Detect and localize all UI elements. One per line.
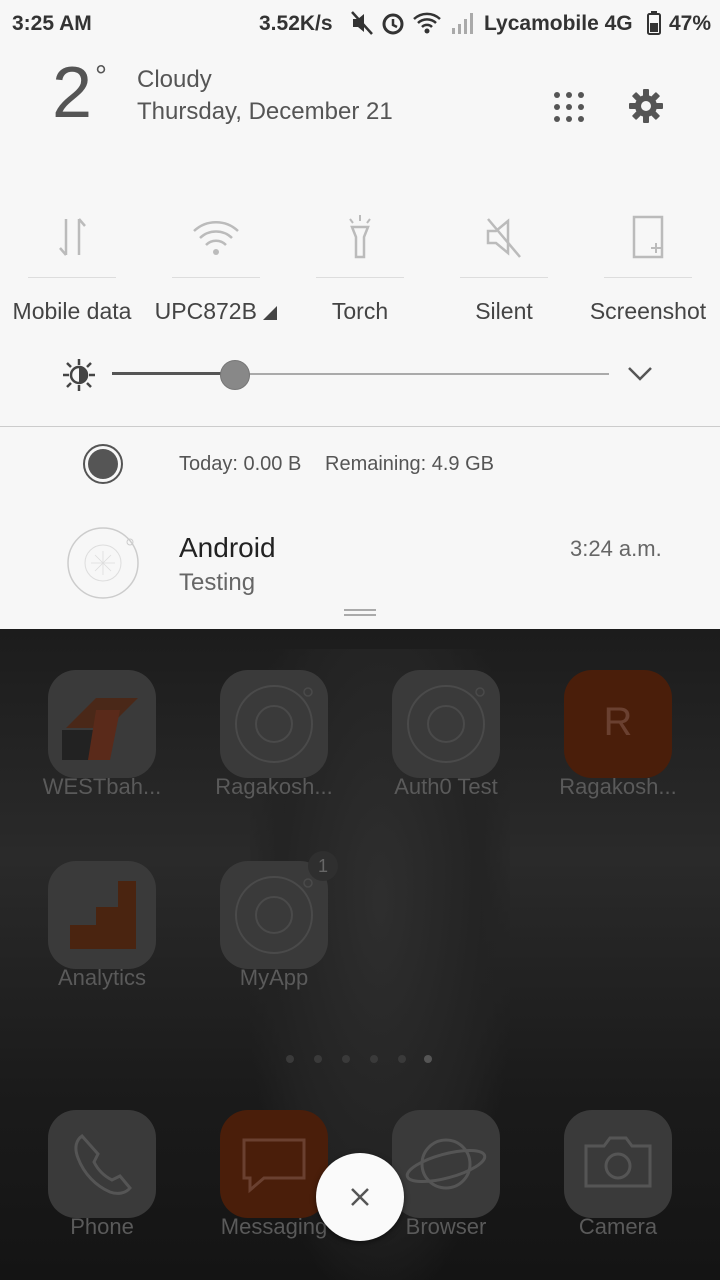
radar-app-icon: [407, 685, 485, 763]
notification-badge: 1: [308, 851, 338, 881]
carrier-name: Lycamobile 4G: [484, 12, 633, 35]
app-westbah[interactable]: WESTbah...: [16, 670, 188, 810]
app-letter: R: [603, 700, 633, 744]
qs-screenshot[interactable]: Screenshot: [576, 205, 720, 335]
network-speed: 3.52K/s: [259, 12, 333, 35]
app-tile: [220, 1110, 328, 1218]
qs-divider: [604, 277, 692, 278]
data-usage-today: Today: 0.00 B: [179, 453, 302, 475]
app-analytics[interactable]: Analytics: [16, 861, 188, 1001]
qs-label: UPC872B: [144, 298, 288, 325]
app-tile: [48, 670, 156, 778]
qs-wifi-network-name: UPC872B: [154, 298, 257, 324]
close-icon: [351, 1188, 369, 1206]
battery-icon: [647, 11, 661, 35]
app-auth0-test[interactable]: Auth0 Test: [360, 670, 532, 810]
app-tile: [220, 670, 328, 778]
app-ragakosh-2[interactable]: R Ragakosh...: [532, 670, 704, 810]
dock-camera[interactable]: Camera: [532, 1110, 704, 1250]
mobile-data-icon: [59, 218, 86, 256]
brightness-slider-fill: [112, 372, 234, 375]
data-usage-remaining: Remaining: 4.9 GB: [325, 453, 494, 475]
app-label: Ragakosh...: [559, 774, 677, 799]
qs-label: Screenshot: [589, 298, 707, 324]
notification-time: 3:24 a.m.: [570, 536, 662, 561]
brightness-icon[interactable]: [62, 358, 96, 392]
date-label[interactable]: Thursday, December 21: [137, 98, 393, 126]
app-tile: R: [564, 670, 672, 778]
app-tile: [564, 1110, 672, 1218]
page-indicator-dot-active: [424, 1055, 432, 1063]
app-label: Phone: [70, 1214, 134, 1239]
page-indicator-dot: [286, 1055, 294, 1063]
shade-drag-handle[interactable]: [344, 609, 376, 611]
qs-divider: [460, 277, 548, 278]
shade-divider: [0, 426, 720, 427]
planet-icon: [405, 1138, 487, 1190]
page-indicator-dot: [342, 1055, 350, 1063]
app-icon: [67, 527, 139, 599]
qs-label: Torch: [331, 298, 389, 324]
mute-icon: [351, 11, 373, 35]
weather-temperature: 2: [52, 53, 92, 133]
app-label: WESTbah...: [42, 774, 162, 799]
analytics-logo-icon: [70, 881, 136, 949]
page-indicator-dot: [370, 1055, 378, 1063]
app-tile: [220, 861, 328, 969]
app-label: Ragakosh...: [215, 774, 333, 799]
settings-gear-icon[interactable]: [627, 87, 665, 125]
app-label: MyApp: [239, 965, 309, 990]
battery-percent: 47%: [669, 12, 712, 35]
page-indicator-dot: [314, 1055, 322, 1063]
qs-mobile-data[interactable]: Mobile data: [0, 205, 144, 335]
radar-app-icon: [235, 876, 313, 954]
app-myapp[interactable]: 1 MyApp: [188, 851, 360, 1001]
screenshot-icon: [632, 215, 664, 259]
wifi-expand-arrow-icon: [263, 305, 278, 320]
signal-icon: [452, 13, 473, 34]
app-grid-icon[interactable]: [552, 90, 586, 124]
qs-divider: [172, 277, 260, 278]
app-label: Camera: [578, 1214, 658, 1239]
app-tile: [392, 1110, 500, 1218]
close-shade-button[interactable]: [316, 1153, 404, 1241]
alarm-icon: [382, 13, 404, 35]
status-bar: 3:25 AM 3.52K/s Lycamobile 4G 47%: [0, 0, 720, 50]
message-icon: [242, 1138, 306, 1194]
silent-icon: [486, 218, 521, 258]
degree-symbol: °: [95, 60, 107, 93]
status-time: 3:25 AM: [12, 12, 92, 35]
weather-condition: Cloudy: [137, 66, 212, 93]
westbah-logo-icon: [62, 698, 138, 760]
app-tile: [392, 670, 500, 778]
notification-shade: 3:25 AM 3.52K/s Lycamobile 4G 47% 2 ° Cl…: [0, 0, 720, 629]
app-label: Analytics: [57, 965, 147, 990]
phone-icon: [74, 1134, 132, 1195]
data-usage-icon: [83, 444, 123, 484]
app-tile: [48, 1110, 156, 1218]
qs-silent[interactable]: Silent: [432, 205, 576, 335]
app-tile: [48, 861, 156, 969]
qs-divider: [316, 277, 404, 278]
radar-app-icon: [235, 685, 313, 763]
app-label: Auth0 Test: [394, 774, 498, 799]
qs-wifi[interactable]: UPC872B: [144, 205, 288, 335]
notification-text: Testing: [179, 569, 256, 596]
dock-phone[interactable]: Phone: [16, 1110, 188, 1250]
wifi-icon: [193, 221, 239, 255]
qs-label: Silent: [475, 298, 533, 324]
camera-icon: [584, 1136, 652, 1188]
notification-title: Android: [179, 532, 276, 563]
torch-icon: [349, 215, 371, 259]
qs-torch[interactable]: Torch: [288, 205, 432, 335]
brightness-slider-thumb[interactable]: [220, 360, 250, 390]
chevron-down-icon[interactable]: [627, 363, 653, 383]
qs-divider: [28, 277, 116, 278]
qs-label: Mobile data: [12, 298, 132, 324]
app-ragakosh-1[interactable]: Ragakosh...: [188, 670, 360, 810]
page-indicator-dot: [398, 1055, 406, 1063]
wifi-status-icon: [413, 12, 441, 34]
